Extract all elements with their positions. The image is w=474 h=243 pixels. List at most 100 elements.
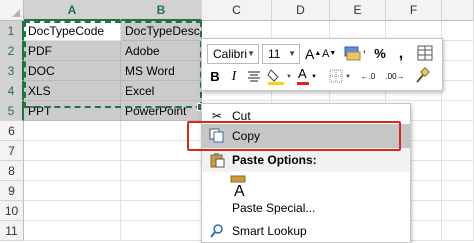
select-all-corner[interactable] [0,0,24,21]
menu-item-smart-lookup[interactable]: Smart Lookup [202,219,410,243]
percent-style-button[interactable]: % [372,44,388,64]
cell-b4[interactable]: Excel [121,81,202,101]
font-name-box[interactable]: Calibri ▼ [207,44,259,64]
row-header-9[interactable]: 9 [0,181,24,201]
shrink-font-button[interactable]: A▼ [322,44,336,64]
font-color-button[interactable]: A ▼ [296,66,320,87]
row-header-6[interactable]: 6 [0,121,24,141]
column-header-b[interactable]: B [121,0,202,21]
borders-button[interactable]: ▼ [328,67,352,87]
borders-icon: ▼ [329,69,351,83]
cell-b1[interactable]: DocTypeDesc [121,21,202,41]
grid-cell[interactable] [121,141,202,161]
paintbrush-icon [416,67,430,83]
font-color-swatch [297,82,309,85]
column-header-e[interactable]: E [330,0,386,21]
bold-button[interactable]: B [208,67,222,87]
grid-cell[interactable] [442,141,474,161]
font-size-box[interactable]: 11 ▼ [262,44,300,64]
menu-item-smart-lookup-label: Smart Lookup [232,224,307,238]
chevron-down-icon: ▼ [247,49,255,58]
grid-cell[interactable] [24,201,121,221]
cell-a1[interactable]: DocTypeCode [24,21,121,41]
svg-text:▼: ▼ [362,50,365,56]
row-header-4[interactable]: 4 [0,81,24,101]
grid-cell[interactable] [442,201,474,221]
column-header-a[interactable]: A [24,0,121,21]
grid-cell[interactable] [442,21,474,41]
grid-cell[interactable] [442,41,474,61]
paste-options-label: Paste Options: [232,153,317,167]
grid-cell[interactable] [121,121,202,141]
format-painter-button[interactable] [412,67,432,87]
column-header-d[interactable]: D [272,0,330,21]
italic-button[interactable]: I [228,67,240,87]
column-header-c[interactable]: C [202,0,272,21]
menu-item-paste-special[interactable]: Paste Special... [202,196,410,220]
grid-cell[interactable] [442,121,474,141]
row-header-8[interactable]: 8 [0,161,24,181]
cell-a2[interactable]: PDF [24,41,121,61]
chevron-down-icon: ▼ [288,49,296,58]
row-header-11[interactable]: 11 [0,221,24,241]
grid-cell[interactable] [24,161,121,181]
font-size-value: 11 [268,47,281,61]
scissors-icon: ✂ [211,109,223,123]
format-painter-table-button[interactable] [414,44,436,64]
grid-cell[interactable] [442,221,474,241]
grid-cell[interactable] [24,121,121,141]
align-center-icon [248,71,260,82]
align-center-button[interactable] [246,67,262,87]
grid-cell[interactable] [24,181,121,201]
paste-options-header: Paste Options: [202,148,410,172]
grid-cell[interactable] [121,181,202,201]
comma-style-button[interactable]: , [394,44,408,64]
grow-font-icon: A [305,46,315,62]
row-header-7[interactable]: 7 [0,141,24,161]
menu-item-copy-label: Copy [232,129,261,143]
fill-color-icon: ▼ [267,69,292,85]
accounting-format-icon: ▼ [344,46,368,61]
accounting-format-button[interactable]: ▼ [342,44,368,64]
font-color-icon: A [298,66,307,81]
grid-cell[interactable] [121,201,202,221]
grow-font-button[interactable]: A▲ [305,44,321,64]
grid-cell[interactable] [24,141,121,161]
grid-cell[interactable] [442,101,474,121]
cell-b5[interactable]: PowerPoint [121,101,202,121]
increase-decimal-button[interactable]: ←.0 [357,67,379,87]
cell-a5[interactable]: PPT [24,101,121,121]
row-header-10[interactable]: 10 [0,201,24,221]
grid-cell[interactable] [121,161,202,181]
grid-cell[interactable] [121,221,202,241]
font-name-value: Calibri [213,47,248,61]
copy-icon [208,128,226,144]
svg-text:▼: ▼ [286,74,292,80]
fill-color-button[interactable]: ▼ [266,67,292,87]
magnifier-icon [208,223,226,239]
menu-item-copy[interactable]: Copy [202,124,410,148]
grid-cell[interactable] [442,181,474,201]
row-header-3[interactable]: 3 [0,61,24,81]
cell-a4[interactable]: XLS [24,81,121,101]
grid-cell[interactable] [442,61,474,81]
clipboard-icon [208,152,226,168]
cell-b3[interactable]: MS Word [121,61,202,81]
grid-cell[interactable] [442,81,474,101]
column-header-f[interactable]: F [386,0,442,21]
row-header-2[interactable]: 2 [0,41,24,61]
table-format-icon [417,45,433,61]
column-header-g[interactable] [442,0,474,21]
mini-toolbar: Calibri ▼ 11 ▼ A▲ A▼ ▼ % , B I ▼ A ▼ ▼ ←… [201,38,443,91]
cell-b2[interactable]: Adobe [121,41,202,61]
grid-cell[interactable] [24,221,121,241]
svg-text:▼: ▼ [345,74,351,80]
cell-a3[interactable]: DOC [24,61,121,81]
menu-item-paste-special-label: Paste Special... [232,201,316,215]
row-header-1[interactable]: 1 [0,21,24,41]
row-header-5[interactable]: 5 [0,101,24,121]
context-menu: ✂ Cut Copy Paste Options: A Paste Specia… [201,103,411,243]
chevron-down-icon: ▼ [311,74,317,80]
decrease-decimal-button[interactable]: .00→ [383,67,407,87]
grid-cell[interactable] [442,161,474,181]
